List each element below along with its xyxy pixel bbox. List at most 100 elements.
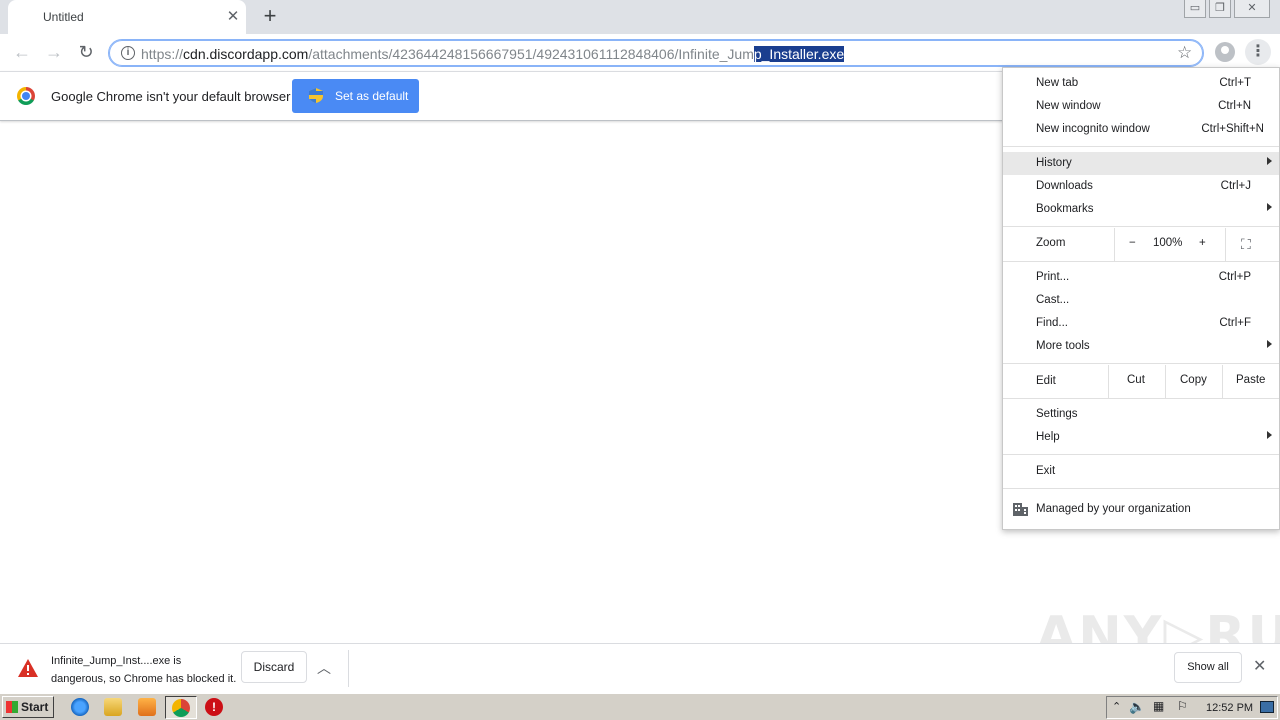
taskbar: Start ! ⌃ 🔈 ▦ ⚐ 12:52 PM <box>0 693 1280 720</box>
volume-icon[interactable]: 🔈 <box>1129 699 1145 715</box>
menu-item-label: Print... <box>1036 271 1070 283</box>
close-shelf-icon[interactable]: ✕ <box>1253 656 1266 676</box>
menu-separator <box>1003 226 1279 227</box>
edit-label: Edit <box>1036 375 1056 387</box>
zoom-out-button[interactable]: − <box>1129 237 1136 249</box>
tab-close-icon[interactable]: ✕ <box>225 9 241 25</box>
menu-item-history[interactable]: History <box>1003 152 1279 175</box>
minimize-icon[interactable]: ▭ <box>1184 0 1206 18</box>
menu-item-label: Bookmarks <box>1036 203 1094 215</box>
set-as-default-button[interactable]: Set as default <box>292 79 419 113</box>
url-host: cdn.discordapp.com <box>183 46 309 62</box>
menu-separator <box>1003 261 1279 262</box>
url-text: https://cdn.discordapp.com/attachments/4… <box>141 46 845 62</box>
menu-divider <box>1222 365 1223 398</box>
menu-item-cast[interactable]: Cast... <box>1003 289 1279 312</box>
menu-item-help[interactable]: Help <box>1003 426 1279 449</box>
media-player-icon[interactable] <box>138 698 156 716</box>
menu-item-label: Find... <box>1036 317 1068 329</box>
chevron-up-icon[interactable]: ︿ <box>317 658 331 678</box>
close-icon[interactable]: ✕ <box>1234 0 1270 18</box>
show-desktop-icon[interactable] <box>1260 701 1274 713</box>
menu-item-shortcut: Ctrl+J <box>1220 180 1251 192</box>
back-icon[interactable]: ← <box>9 40 35 66</box>
explorer-icon[interactable] <box>104 698 122 716</box>
submenu-arrow-icon <box>1267 157 1272 165</box>
menu-item-shortcut: Ctrl+T <box>1219 77 1251 89</box>
menu-item-bookmarks[interactable]: Bookmarks <box>1003 198 1279 221</box>
toolbar: ← → ↻ i https://cdn.discordapp.com/attac… <box>0 34 1280 71</box>
start-button[interactable]: Start <box>2 696 54 718</box>
menu-separator <box>1003 146 1279 147</box>
fullscreen-icon[interactable]: ⛶ <box>1241 236 1251 253</box>
submenu-arrow-icon <box>1267 340 1272 348</box>
submenu-arrow-icon <box>1267 203 1272 211</box>
network-icon[interactable]: ▦ <box>1153 699 1164 713</box>
menu-item-shortcut: Ctrl+N <box>1218 100 1251 112</box>
menu-divider <box>1108 365 1109 398</box>
info-icon[interactable]: i <box>121 46 135 60</box>
menu-item-label: Cast... <box>1036 294 1070 306</box>
menu-item-shortcut: Ctrl+F <box>1219 317 1251 329</box>
menu-item-label: Managed by your organization <box>1036 503 1191 515</box>
tab-title: Untitled <box>43 10 84 24</box>
menu-item-label: New tab <box>1036 77 1079 89</box>
shield-icon <box>309 88 323 103</box>
opera-icon[interactable]: ! <box>205 698 223 716</box>
ie-icon[interactable] <box>71 698 89 716</box>
menu-item-new-incognito-window[interactable]: New incognito window Ctrl+Shift+N <box>1003 118 1279 141</box>
menu-item-print[interactable]: Print... Ctrl+P <box>1003 266 1279 289</box>
menu-item-managed[interactable]: Managed by your organization <box>1003 498 1279 521</box>
forward-icon[interactable]: → <box>41 40 67 66</box>
download-message: Infinite_Jump_Inst....exe is dangerous, … <box>51 652 236 688</box>
menu-divider <box>1225 228 1226 261</box>
menu-zoom-row: Zoom − 100% + ⛶ <box>1003 228 1279 261</box>
url-path-selected: p_Installer.exe <box>753 46 845 62</box>
menu-separator <box>1003 454 1279 455</box>
copy-button[interactable]: Copy <box>1180 374 1207 386</box>
download-message-line1: Infinite_Jump_Inst....exe is <box>51 655 182 667</box>
address-bar[interactable]: i https://cdn.discordapp.com/attachments… <box>108 39 1204 67</box>
menu-edit-row: Edit Cut Copy Paste <box>1003 365 1279 398</box>
menu-item-label: Settings <box>1036 408 1078 420</box>
menu-separator <box>1003 488 1279 489</box>
menu-item-label: Exit <box>1036 465 1056 477</box>
menu-icon[interactable]: ⋮ <box>1245 39 1271 65</box>
chrome-icon <box>172 699 190 717</box>
star-icon[interactable]: ☆ <box>1177 43 1192 63</box>
reload-icon[interactable]: ↻ <box>73 40 99 66</box>
zoom-label: Zoom <box>1036 237 1066 249</box>
tray-expand-icon[interactable]: ⌃ <box>1112 700 1121 713</box>
menu-item-new-tab[interactable]: New tab Ctrl+T <box>1003 72 1279 95</box>
shelf-divider <box>348 650 349 687</box>
submenu-arrow-icon <box>1267 431 1272 439</box>
cut-button[interactable]: Cut <box>1127 374 1145 386</box>
clock: 12:52 PM <box>1206 702 1254 714</box>
menu-item-find[interactable]: Find... Ctrl+F <box>1003 312 1279 335</box>
menu-item-shortcut: Ctrl+P <box>1218 271 1251 283</box>
paste-button[interactable]: Paste <box>1236 374 1265 386</box>
menu-item-more-tools[interactable]: More tools <box>1003 335 1279 358</box>
zoom-in-button[interactable]: + <box>1199 237 1206 249</box>
url-scheme: https:// <box>141 46 184 62</box>
menu-item-label: History <box>1036 157 1072 169</box>
menu-item-label: Help <box>1036 431 1060 443</box>
menu-item-settings[interactable]: Settings <box>1003 403 1279 426</box>
warning-icon <box>18 659 38 677</box>
discard-button[interactable]: Discard <box>241 651 307 683</box>
menu-item-label: Downloads <box>1036 180 1093 192</box>
url-path: /attachments/423644248156667951/49243106… <box>308 46 754 62</box>
menu-item-exit[interactable]: Exit <box>1003 460 1279 483</box>
restore-icon[interactable]: ❐ <box>1209 0 1231 18</box>
account-icon[interactable] <box>1215 42 1235 62</box>
menu-item-downloads[interactable]: Downloads Ctrl+J <box>1003 175 1279 198</box>
show-all-button[interactable]: Show all <box>1174 652 1242 683</box>
new-tab-button[interactable]: + <box>258 5 282 29</box>
tab-untitled[interactable]: Untitled ✕ <box>8 0 246 34</box>
menu-item-new-window[interactable]: New window Ctrl+N <box>1003 95 1279 118</box>
menu-item-shortcut: Ctrl+Shift+N <box>1201 123 1264 135</box>
menu-item-label: New incognito window <box>1036 123 1150 135</box>
set-as-default-label: Set as default <box>335 89 409 103</box>
flag-icon[interactable]: ⚐ <box>1177 699 1188 713</box>
chrome-taskbar-button[interactable] <box>165 696 197 719</box>
